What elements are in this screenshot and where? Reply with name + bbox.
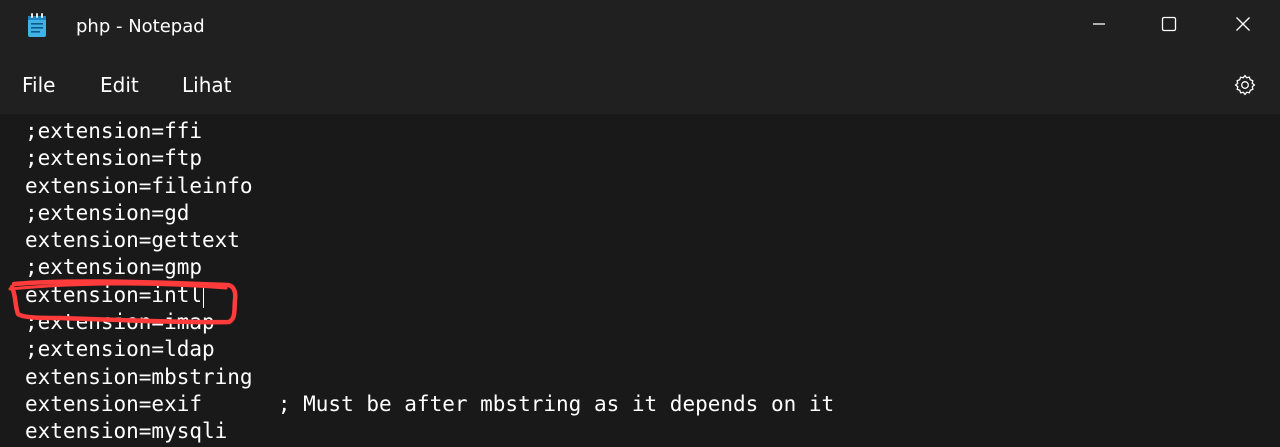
editor-line: extension=mysqli [25, 419, 228, 444]
notepad-icon [28, 13, 46, 37]
maximize-button[interactable] [1132, 0, 1206, 48]
menu-bar: File Edit Lihat [0, 56, 1280, 114]
title-bar[interactable]: php - Notepad [0, 0, 1280, 56]
notepad-window: php - Notepad File Edit Lihat ;extension… [0, 0, 1280, 447]
window-title: php - Notepad [76, 16, 205, 37]
editor-line: extension=fileinfo [25, 173, 253, 198]
settings-button[interactable] [1228, 68, 1262, 102]
gear-icon [1234, 74, 1256, 96]
menu-lihat[interactable]: Lihat [182, 73, 231, 97]
text-caret [203, 285, 204, 308]
editor-line: extension=mbstring [25, 364, 253, 389]
maximize-icon [1161, 16, 1177, 32]
editor-lines: ;extension=ffi ;extension=ftp extension=… [25, 118, 834, 446]
editor-line-highlighted: extension=intl [25, 282, 203, 307]
minimize-button[interactable] [1062, 0, 1136, 48]
editor-line: extension=gettext [25, 228, 240, 253]
editor-line: ;extension=imap [25, 310, 215, 335]
menu-file[interactable]: File [22, 73, 55, 97]
text-editor[interactable]: ;extension=ffi ;extension=ftp extension=… [0, 114, 1280, 447]
editor-line: extension=exif ; Must be after mbstring … [25, 391, 835, 416]
editor-line: ;extension=ldap [25, 337, 215, 362]
editor-line: ;extension=gmp [25, 255, 203, 280]
menu-edit[interactable]: Edit [100, 73, 139, 97]
minimize-icon [1093, 23, 1105, 25]
editor-line: ;extension=gd [25, 200, 190, 225]
editor-line: ;extension=ftp [25, 146, 203, 171]
editor-line: ;extension=ffi [25, 119, 203, 143]
close-icon [1236, 17, 1250, 31]
close-button[interactable] [1206, 0, 1280, 48]
